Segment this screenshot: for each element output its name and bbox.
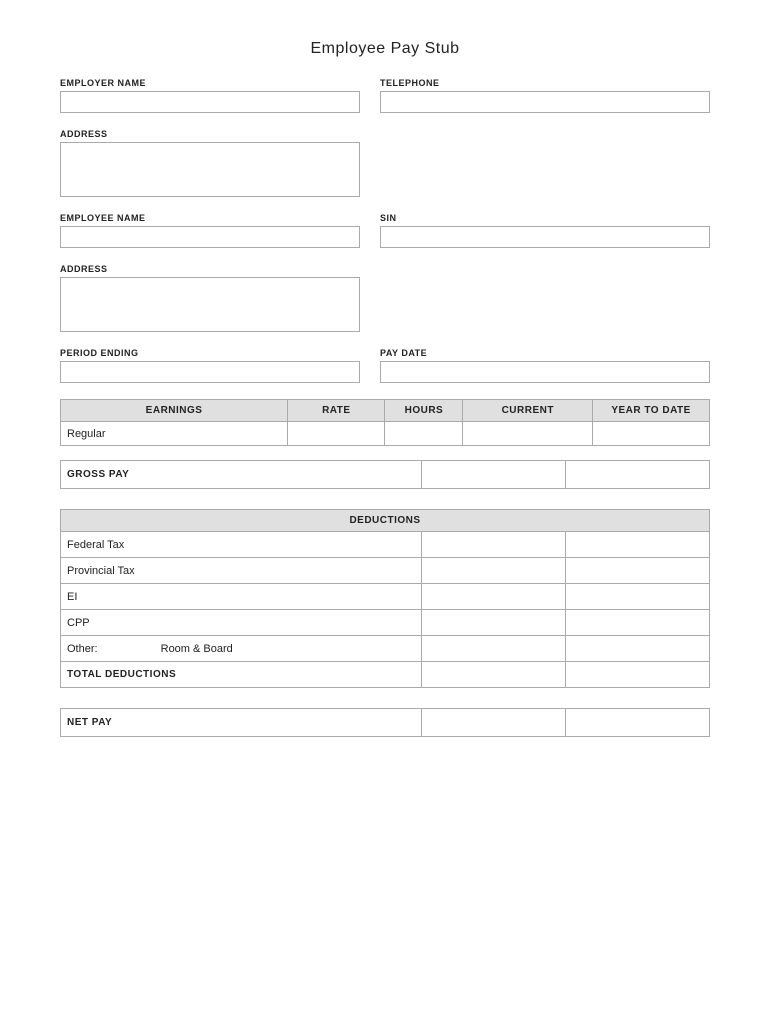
employer-name-input[interactable] — [60, 91, 360, 113]
rate-header: RATE — [288, 400, 385, 422]
earnings-regular-rate[interactable] — [288, 422, 385, 446]
other-current[interactable] — [421, 636, 565, 662]
ytd-header: YEAR TO DATE — [593, 400, 710, 422]
telephone-input[interactable] — [380, 91, 710, 113]
employee-address-label: ADDRESS — [60, 264, 360, 274]
total-deductions-ytd[interactable] — [565, 662, 709, 688]
sin-label: SIN — [380, 213, 710, 223]
deduction-other: Other: Room & Board — [61, 636, 710, 662]
cpp-label: CPP — [61, 610, 422, 636]
sin-input[interactable] — [380, 226, 710, 248]
employee-address-input[interactable] — [60, 277, 360, 332]
federal-tax-label: Federal Tax — [61, 532, 422, 558]
telephone-label: TELEPHONE — [380, 78, 710, 88]
ei-ytd[interactable] — [565, 584, 709, 610]
other-label: Other: Room & Board — [61, 636, 422, 662]
total-deductions-row: TOTAL DEDUCTIONS — [61, 662, 710, 688]
earnings-header: EARNINGS — [61, 400, 288, 422]
employer-address-label: ADDRESS — [60, 129, 360, 139]
gross-pay-ytd[interactable] — [565, 461, 709, 489]
net-pay-ytd[interactable] — [565, 709, 709, 737]
earnings-regular-current[interactable] — [463, 422, 593, 446]
deduction-cpp: CPP — [61, 610, 710, 636]
net-pay-current[interactable] — [421, 709, 565, 737]
earnings-regular-label[interactable]: Regular — [61, 422, 288, 446]
ei-label: EI — [61, 584, 422, 610]
cpp-ytd[interactable] — [565, 610, 709, 636]
net-pay-row: NET PAY — [61, 709, 710, 737]
hours-header: HOURS — [385, 400, 463, 422]
provincial-tax-label: Provincial Tax — [61, 558, 422, 584]
employee-name-label: EMPLOYEE NAME — [60, 213, 360, 223]
deductions-header: DEDUCTIONS — [61, 510, 710, 532]
net-pay-table: NET PAY — [60, 708, 710, 737]
ei-current[interactable] — [421, 584, 565, 610]
federal-tax-ytd[interactable] — [565, 532, 709, 558]
gross-pay-current[interactable] — [421, 461, 565, 489]
page-title: Employee Pay Stub — [60, 40, 710, 58]
gross-pay-row: GROSS PAY — [61, 461, 710, 489]
period-ending-input[interactable] — [60, 361, 360, 383]
gross-pay-table: GROSS PAY — [60, 460, 710, 489]
employee-name-input[interactable] — [60, 226, 360, 248]
employer-name-label: EMPLOYER NAME — [60, 78, 360, 88]
total-deductions-current[interactable] — [421, 662, 565, 688]
employer-address-input[interactable] — [60, 142, 360, 197]
deduction-provincial-tax: Provincial Tax — [61, 558, 710, 584]
gross-pay-label: GROSS PAY — [61, 461, 422, 489]
other-ytd[interactable] — [565, 636, 709, 662]
federal-tax-current[interactable] — [421, 532, 565, 558]
earnings-regular-ytd[interactable] — [593, 422, 710, 446]
deduction-ei: EI — [61, 584, 710, 610]
deductions-table: DEDUCTIONS Federal Tax Provincial Tax EI… — [60, 509, 710, 688]
pay-date-label: PAY DATE — [380, 348, 710, 358]
period-ending-label: PERIOD ENDING — [60, 348, 360, 358]
current-header: CURRENT — [463, 400, 593, 422]
earnings-row-regular: Regular — [61, 422, 710, 446]
earnings-table: EARNINGS RATE HOURS CURRENT YEAR TO DATE… — [60, 399, 710, 446]
provincial-tax-current[interactable] — [421, 558, 565, 584]
cpp-current[interactable] — [421, 610, 565, 636]
deduction-federal-tax: Federal Tax — [61, 532, 710, 558]
provincial-tax-ytd[interactable] — [565, 558, 709, 584]
pay-date-input[interactable] — [380, 361, 710, 383]
net-pay-label: NET PAY — [61, 709, 422, 737]
total-deductions-label: TOTAL DEDUCTIONS — [61, 662, 422, 688]
earnings-regular-hours[interactable] — [385, 422, 463, 446]
other-note: Room & Board — [161, 643, 233, 655]
